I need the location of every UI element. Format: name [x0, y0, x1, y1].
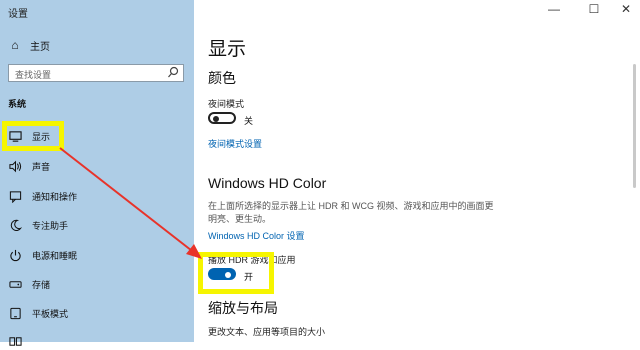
sidebar-item-storage[interactable]: 存储	[8, 275, 50, 293]
power-icon	[8, 248, 22, 262]
home-icon: ⌂	[11, 38, 19, 52]
nav-home-label: 主页	[30, 41, 50, 53]
multitask-icon	[8, 334, 22, 348]
night-mode-toggle[interactable]	[208, 112, 236, 124]
sidebar-item-label: 电源和睡眠	[32, 250, 78, 261]
sidebar: 设置 ⌂ 主页 查找设置 系统 显示 声音 通知和操作 专注助手 电源和睡眠 存…	[0, 0, 194, 346]
sidebar-item-sound[interactable]: 声音	[8, 157, 50, 175]
highlight-box-hdr-toggle	[198, 252, 274, 294]
nav-home[interactable]: ⌂ 主页	[8, 37, 50, 53]
scale-heading: 缩放与布局	[208, 300, 278, 316]
sidebar-item-partial[interactable]	[8, 332, 32, 350]
maximize-button[interactable]: ☐	[584, 2, 604, 16]
window-title: 设置	[8, 9, 28, 20]
highlight-box-display	[2, 121, 64, 151]
tablet-icon	[8, 306, 22, 320]
sidebar-item-focus-assist[interactable]: 专注助手	[8, 216, 68, 234]
hdr-description: 在上面所选择的显示器上让 HDR 和 WCG 视频、游戏和应用中的画面更明亮、更…	[208, 201, 494, 224]
search-icon[interactable]	[167, 66, 179, 80]
moon-icon	[8, 218, 22, 232]
sidebar-item-label: 声音	[32, 161, 51, 172]
color-heading: 颜色	[208, 70, 236, 86]
search-box[interactable]: 查找设置	[8, 64, 184, 82]
sidebar-item-label: 平板模式	[32, 308, 69, 319]
hdr-heading: Windows HD Color	[208, 175, 327, 191]
search-placeholder: 查找设置	[15, 70, 52, 80]
night-mode-state: 关	[244, 116, 254, 126]
speaker-icon	[8, 159, 22, 173]
scrollbar[interactable]	[633, 64, 636, 188]
sidebar-item-label: 专注助手	[32, 220, 69, 231]
text-size-label: 更改文本、应用等项目的大小	[208, 327, 326, 337]
minimize-button[interactable]: —	[544, 2, 564, 16]
section-label: 系统	[8, 99, 27, 109]
sidebar-item-label: 通知和操作	[32, 191, 78, 202]
sidebar-item-notifications[interactable]: 通知和操作	[8, 187, 77, 205]
sidebar-item-label: 存储	[32, 279, 51, 290]
night-mode-settings-link[interactable]: 夜间模式设置	[208, 137, 262, 150]
sidebar-item-power-sleep[interactable]: 电源和睡眠	[8, 246, 77, 264]
page-title: 显示	[208, 39, 247, 60]
storage-icon	[8, 277, 22, 291]
notification-icon	[8, 189, 22, 203]
close-button[interactable]: ✕	[616, 2, 636, 16]
toggle-knob	[213, 116, 219, 122]
hdr-settings-link[interactable]: Windows HD Color 设置	[208, 229, 305, 242]
sidebar-item-tablet-mode[interactable]: 平板模式	[8, 304, 68, 322]
night-mode-label: 夜间模式	[208, 99, 245, 109]
